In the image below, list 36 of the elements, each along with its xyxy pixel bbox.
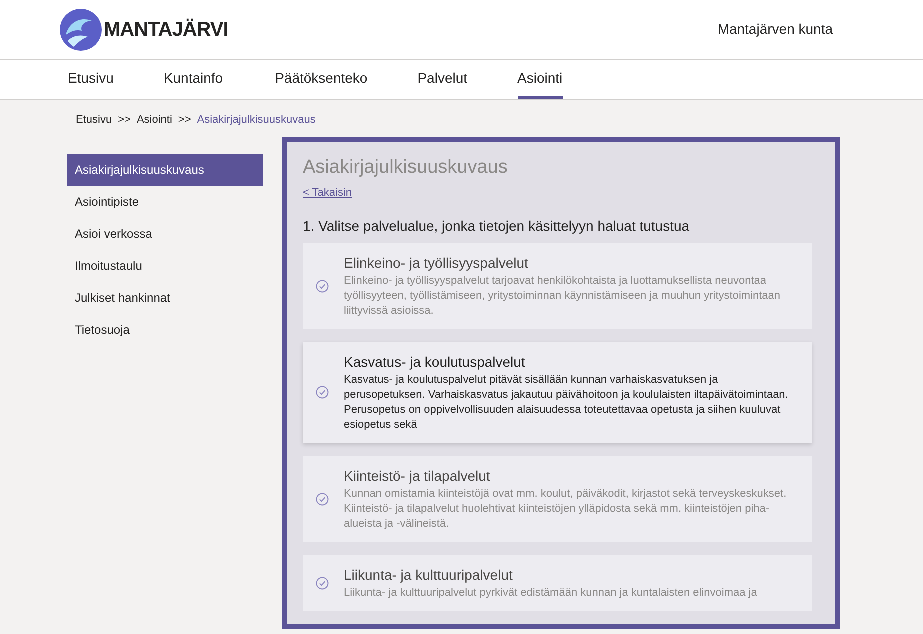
option-description: Kasvatus- ja koulutuspalvelut pitävät sisällään kunnan varhaiskasvatuksen ja perusopetuksen. Varhaiskasvatus jakautuu päivähoitoon ja koululaisten iltapäivätoimintaan. Perusopetus on oppivelvollisuuden alaisuudessa toteutettavaa opetusta ja siihen kuuluvat esiopetus sekä (344, 373, 790, 433)
nav-tab[interactable]: Päätöksenteko (275, 60, 368, 99)
option-title: Liikunta- ja kulttuuripalvelut (344, 566, 514, 585)
check-circle-icon (316, 280, 329, 292)
option-card[interactable]: Liikunta- ja kulttuuripalvelut Liikunta- ja kulttuuripalvelut pyrkivät edistämään kunnan ja kuntalaisten elinvoimaa ja (303, 555, 812, 611)
logo-text: MANTAJÄRVI (104, 18, 228, 42)
question-text: 1. Valitse palvelualue, jonka tietojen käsittelyyn haluat tutustua (303, 217, 691, 236)
sidebar-item[interactable]: Asiakirjajulkisuuskuvaus (67, 154, 263, 186)
nav-tab[interactable]: Palvelut (418, 60, 468, 99)
nav-tab[interactable]: Etusivu (68, 60, 114, 99)
panel-title: Asiakirjajulkisuuskuvaus (303, 156, 509, 180)
nav-tab[interactable]: Asiointi (518, 60, 563, 99)
option-description: Liikunta- ja kulttuuripalvelut pyrkivät edistämään kunnan ja kuntalaisten elinvoimaa ja (344, 586, 758, 601)
breadcrumb-link[interactable]: Etusivu (76, 112, 112, 128)
option-card[interactable] (303, 342, 812, 443)
logo-icon (60, 8, 102, 50)
check-circle-icon (316, 576, 329, 590)
option-description: Elinkeino- ja työllisyyspalvelut tarjoavat henkilökohtaista ja luottamuksellista neuvontaa työllisyyteen, työllistämiseen, yritystoiminnan käynnistämiseen ja muuhun yritystoimintaan liittyvissä asioissa. (344, 274, 782, 319)
option-title: Elinkeino- ja työllisyyspalvelut (344, 254, 530, 273)
site-name: Mantajärven kunta (718, 20, 833, 39)
breadcrumb-separator: >> (118, 112, 131, 128)
breadcrumb-link[interactable]: Asiakirjajulkisuuskuvaus (197, 112, 316, 128)
sidebar-item[interactable]: Tietosuoja (67, 314, 263, 346)
check-circle-icon (316, 492, 329, 506)
breadcrumb-link[interactable]: Asiointi (136, 112, 172, 128)
sidebar-item[interactable]: Asioi verkossa (67, 218, 263, 250)
option-title: Kiinteistö- ja tilapalvelut (344, 467, 492, 486)
nav-tab[interactable]: Kuntainfo (164, 60, 224, 99)
breadcrumb-separator: >> (178, 112, 192, 128)
option-description: Kunnan omistamia kiinteistöjä ovat mm. koulut, päiväkodit, kirjastot sekä terveyskeskukset. Kiinteistö- ja tilapalvelut huolehtivat kiinteistöjen ylläpidosta sekä mm. kiinteistöjen piha-alueista ja -välineistä. (344, 487, 788, 532)
back-link[interactable]: < Takaisin (303, 185, 352, 202)
sidebar-item[interactable]: Asiointipiste (67, 186, 263, 218)
sidebar-item[interactable]: Julkiset hankinnat (67, 282, 263, 314)
option-title: Kasvatus- ja koulutuspalvelut (344, 353, 526, 372)
sidebar-item[interactable]: Ilmoitustaulu (67, 250, 263, 282)
check-circle-icon (316, 386, 329, 399)
